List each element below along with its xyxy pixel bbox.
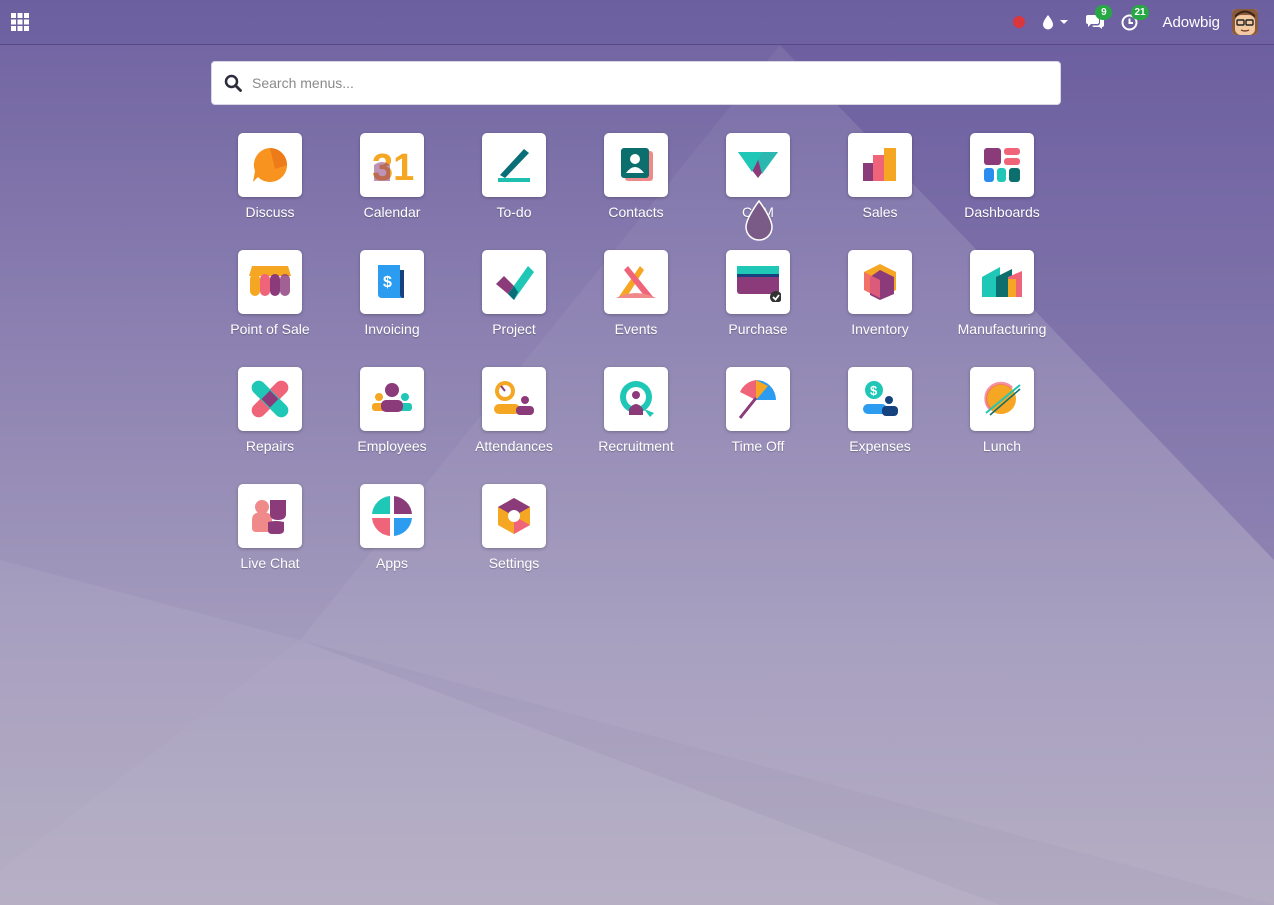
app-dashboards[interactable]: Dashboards: [941, 133, 1063, 250]
app-label: Sales: [862, 204, 898, 220]
app-label: Events: [614, 321, 658, 337]
systray: 9 21 Adowbig: [997, 0, 1258, 45]
app-crm[interactable]: CRM: [697, 133, 819, 250]
invoicing-icon: $: [360, 250, 424, 314]
app-label: Manufacturing: [957, 321, 1047, 337]
activities-menu[interactable]: 21: [1121, 4, 1149, 31]
app-label: Invoicing: [364, 321, 420, 337]
app-menu-grid-icon[interactable]: [10, 12, 30, 32]
app-label: To-do: [496, 204, 532, 220]
svg-text:$: $: [870, 383, 878, 398]
contacts-icon: [604, 133, 668, 197]
theme-dropdown[interactable]: [1041, 14, 1069, 30]
app-inventory[interactable]: Inventory: [819, 250, 941, 367]
messages-menu[interactable]: 9: [1085, 5, 1113, 30]
settings-icon: [482, 484, 546, 548]
svg-text:$: $: [383, 274, 392, 291]
crm-icon: [726, 133, 790, 197]
app-label: Inventory: [851, 321, 909, 337]
repairs-icon: [238, 367, 302, 431]
app-label: Point of Sale: [230, 321, 310, 337]
app-attendances[interactable]: Attendances: [453, 367, 575, 484]
caret-down-icon: [1060, 20, 1069, 24]
app-manufacturing[interactable]: Manufacturing: [941, 250, 1063, 367]
app-project[interactable]: Project: [453, 250, 575, 367]
app-label: CRM: [742, 204, 774, 220]
attendances-icon: [482, 367, 546, 431]
app-invoicing[interactable]: $ Invoicing: [331, 250, 453, 367]
app-sales[interactable]: Sales: [819, 133, 941, 250]
app-label: Recruitment: [598, 438, 674, 454]
app-point-of-sale[interactable]: Point of Sale: [209, 250, 331, 367]
app-label: Contacts: [608, 204, 664, 220]
employees-icon: [360, 367, 424, 431]
app-label: Employees: [357, 438, 427, 454]
activities-count-badge: 21: [1131, 4, 1149, 20]
app-expenses[interactable]: $ Expenses: [819, 367, 941, 484]
expenses-icon: $: [848, 367, 912, 431]
apps-grid: Discuss 31 Calendar To-do Contacts CRM S…: [209, 133, 1063, 601]
search-bar: [211, 61, 1061, 105]
app-calendar[interactable]: 31 Calendar: [331, 133, 453, 250]
todo-icon: [482, 133, 546, 197]
app-employees[interactable]: Employees: [331, 367, 453, 484]
app-label: Discuss: [245, 204, 295, 220]
app-label: Live Chat: [240, 555, 300, 571]
app-label: Time Off: [731, 438, 785, 454]
app-settings[interactable]: Settings: [453, 484, 575, 601]
app-events[interactable]: Events: [575, 250, 697, 367]
events-icon: [604, 250, 668, 314]
app-label: Attendances: [475, 438, 553, 454]
time-off-icon: [726, 367, 790, 431]
sales-icon: [848, 133, 912, 197]
top-navbar: 9 21 Adowbig: [0, 0, 1274, 45]
app-repairs[interactable]: Repairs: [209, 367, 331, 484]
app-label: Lunch: [982, 438, 1022, 454]
user-avatar[interactable]: [1232, 9, 1258, 35]
app-contacts[interactable]: Contacts: [575, 133, 697, 250]
app-purchase[interactable]: Purchase: [697, 250, 819, 367]
calendar-icon: 31: [360, 133, 424, 197]
apps-icon: [360, 484, 424, 548]
user-name[interactable]: Adowbig: [1162, 14, 1220, 31]
live-chat-icon: [238, 484, 302, 548]
recording-indicator[interactable]: [1013, 16, 1026, 28]
drop-icon: [1043, 15, 1054, 30]
app-apps[interactable]: Apps: [331, 484, 453, 601]
inventory-icon: [848, 250, 912, 314]
app-time-off[interactable]: Time Off: [697, 367, 819, 484]
app-label: Purchase: [728, 321, 788, 337]
messages-count-badge: 9: [1095, 5, 1113, 20]
record-dot-icon: [1013, 16, 1026, 28]
app-label: Expenses: [849, 438, 911, 454]
search-icon: [224, 74, 242, 92]
app-label: Calendar: [363, 204, 421, 220]
project-icon: [482, 250, 546, 314]
app-lunch[interactable]: Lunch: [941, 367, 1063, 484]
search-input[interactable]: [252, 68, 1012, 98]
point-of-sale-icon: [238, 250, 302, 314]
app-label: Project: [492, 321, 536, 337]
app-live-chat[interactable]: Live Chat: [209, 484, 331, 601]
app-label: Dashboards: [964, 204, 1040, 220]
app-recruitment[interactable]: Recruitment: [575, 367, 697, 484]
discuss-icon: [238, 133, 302, 197]
dashboards-icon: [970, 133, 1034, 197]
app-todo[interactable]: To-do: [453, 133, 575, 250]
lunch-icon: [970, 367, 1034, 431]
recruitment-icon: [604, 367, 668, 431]
manufacturing-icon: [970, 250, 1034, 314]
app-label: Apps: [376, 555, 408, 571]
purchase-icon: [726, 250, 790, 314]
app-label: Settings: [488, 555, 540, 571]
app-discuss[interactable]: Discuss: [209, 133, 331, 250]
app-label: Repairs: [245, 438, 295, 454]
